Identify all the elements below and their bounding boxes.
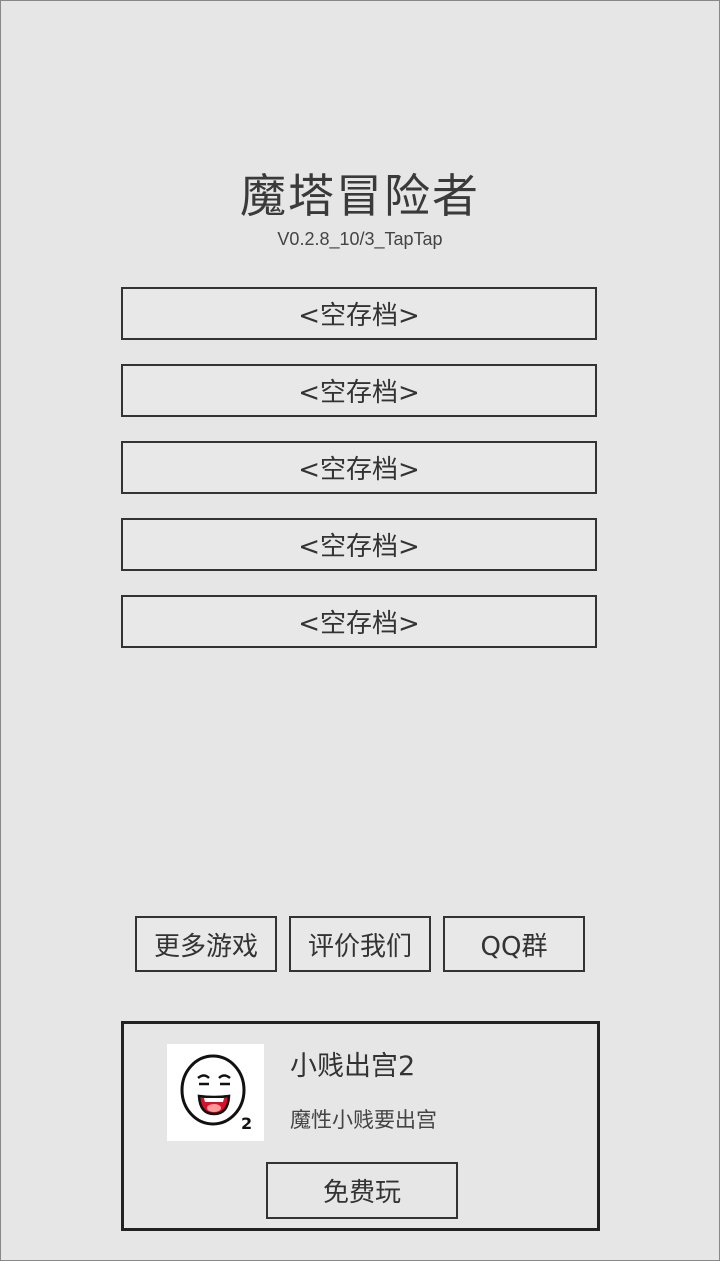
ad-icon-badge: 2 — [241, 1114, 253, 1133]
ad-title: 小贱出宫2 — [290, 1051, 416, 1082]
ad-panel: 2 小贱出宫2 魔性小贱要出宫 免费玩 — [121, 1021, 600, 1231]
ad-description: 魔性小贱要出宫 — [290, 1108, 437, 1132]
save-slot-2[interactable]: <空存档> — [121, 364, 597, 417]
more-games-button[interactable]: 更多游戏 — [135, 916, 277, 972]
rate-us-button[interactable]: 评价我们 — [289, 916, 431, 972]
save-slot-4[interactable]: <空存档> — [121, 518, 597, 571]
free-play-button[interactable]: 免费玩 — [266, 1162, 458, 1219]
save-slot-1[interactable]: <空存档> — [121, 287, 597, 340]
save-slot-3[interactable]: <空存档> — [121, 441, 597, 494]
game-title: 魔塔冒险者 — [240, 169, 480, 223]
version-label: V0.2.8_10/3_TapTap — [277, 229, 443, 249]
save-slot-5[interactable]: <空存档> — [121, 595, 597, 648]
qq-group-button[interactable]: QQ群 — [443, 916, 585, 972]
smiley-face-icon[interactable]: 2 — [167, 1044, 264, 1141]
